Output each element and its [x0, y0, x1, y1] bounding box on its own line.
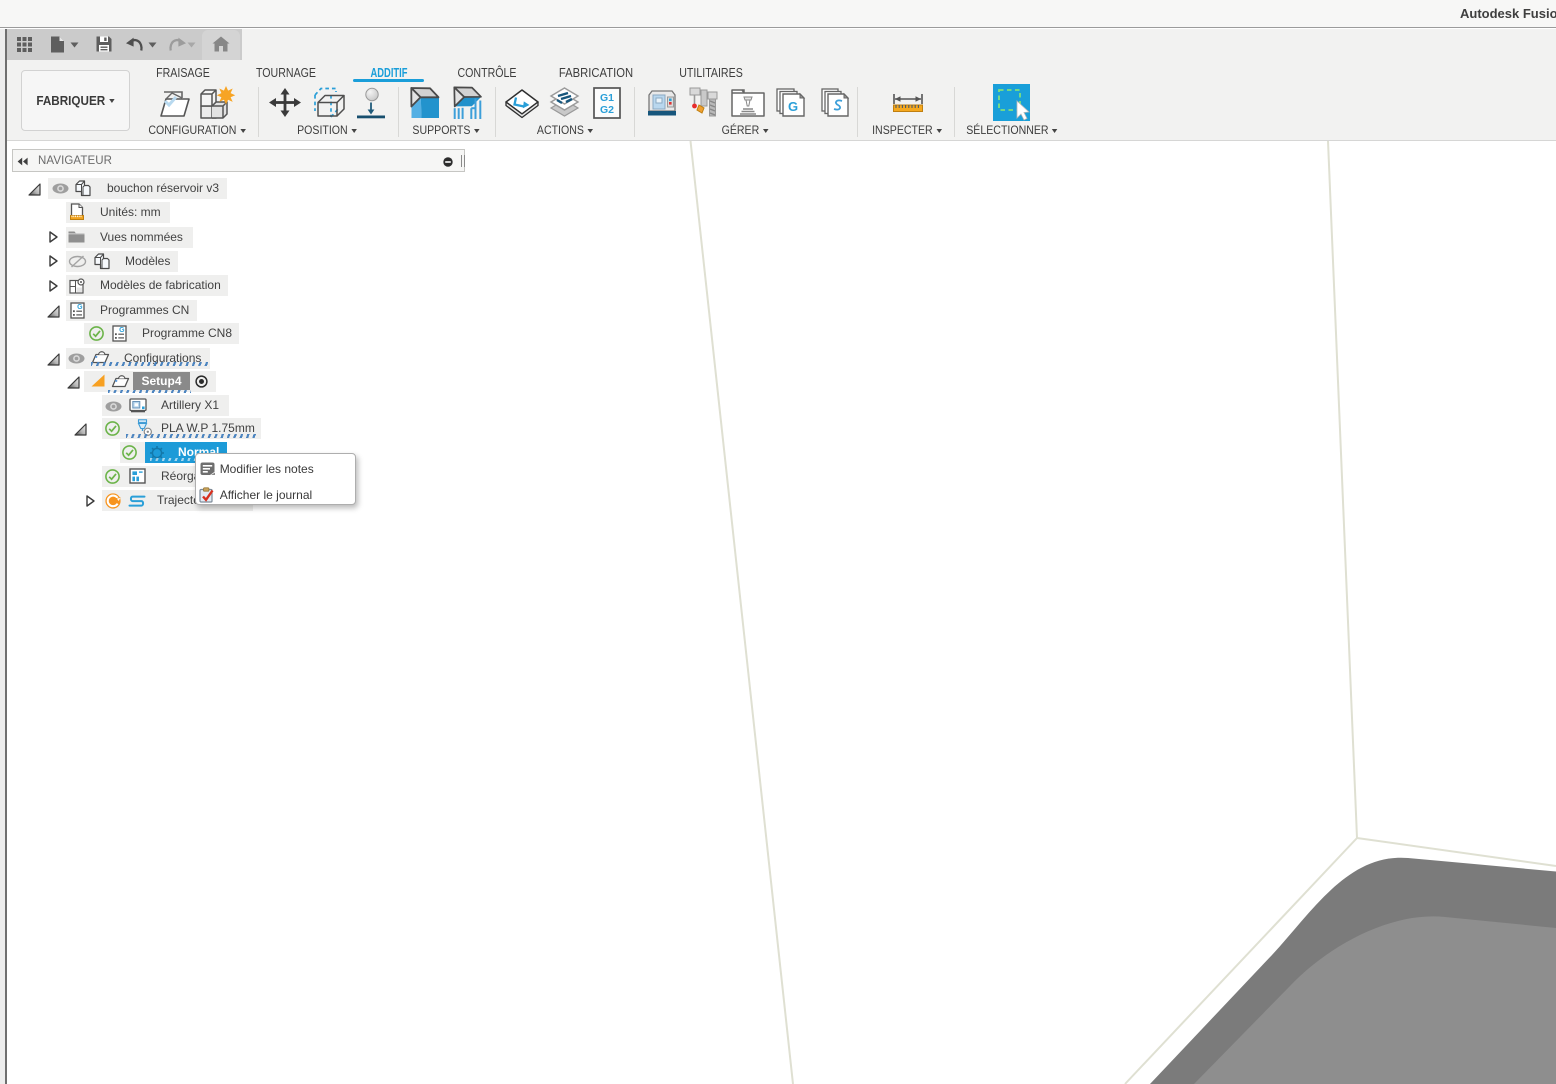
- svg-text:G1: G1: [600, 92, 614, 104]
- svg-text:G2: G2: [600, 104, 614, 116]
- svg-text:G: G: [788, 99, 798, 114]
- svg-text:G: G: [77, 304, 83, 311]
- svg-text:G: G: [119, 327, 125, 334]
